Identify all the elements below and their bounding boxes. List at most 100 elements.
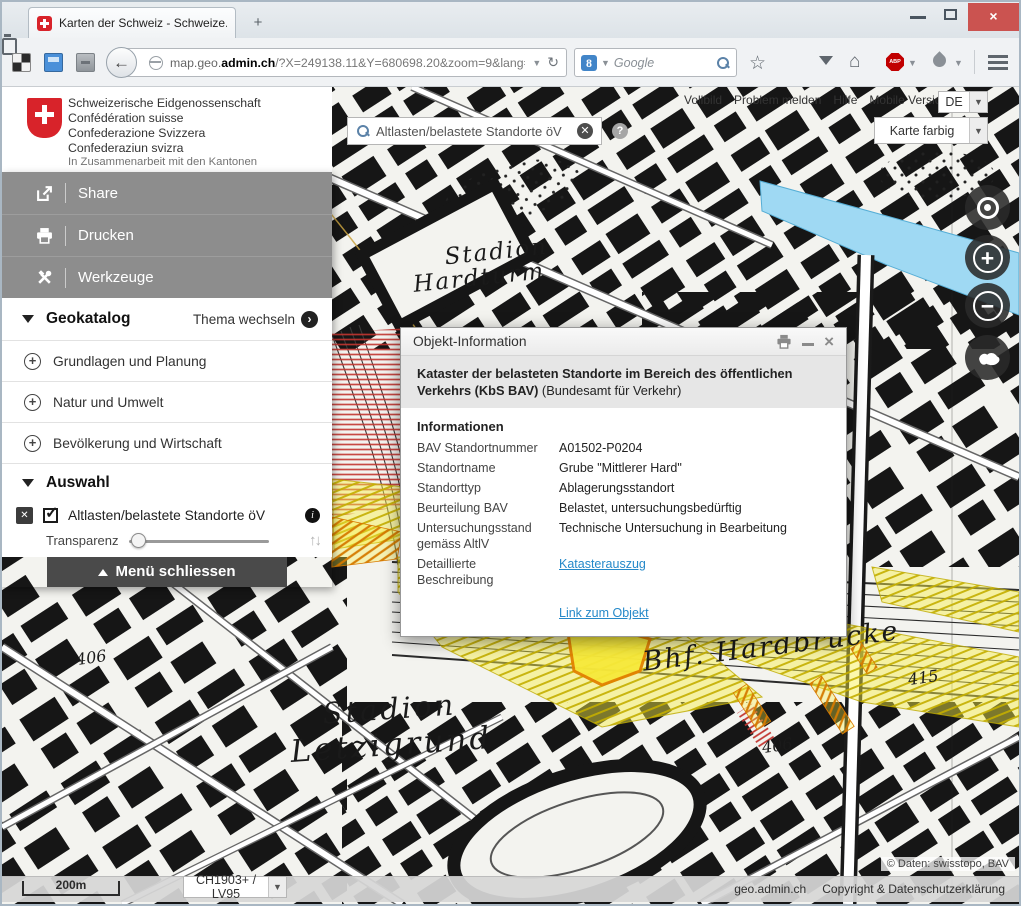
tab-title: Karten der Schweiz - Schweize... bbox=[59, 16, 227, 30]
globe-icon bbox=[149, 56, 163, 70]
adblock-button[interactable]: ABP bbox=[886, 53, 904, 71]
layer-reorder-icons[interactable]: ↑↓ bbox=[309, 532, 320, 549]
chevron-down-icon: ▼ bbox=[969, 92, 987, 112]
zoom-out-button[interactable]: − bbox=[965, 283, 1010, 328]
info-row: BAV Standortnummer A01502-P0204 bbox=[417, 440, 830, 456]
plus-circle-icon: + bbox=[24, 394, 41, 411]
close-button[interactable]: × bbox=[968, 3, 1019, 31]
auswahl-header[interactable]: Auswahl bbox=[2, 463, 332, 501]
theme-switch-link[interactable]: Thema wechseln › bbox=[193, 311, 318, 328]
bookmark-star-button[interactable]: ☆ bbox=[749, 52, 766, 75]
printer-icon bbox=[36, 227, 53, 244]
zoom-in-button[interactable]: + bbox=[965, 235, 1010, 280]
map-search-input[interactable] bbox=[376, 124, 571, 139]
home-button[interactable]: ⌂ bbox=[849, 51, 860, 73]
map-style-select[interactable]: Karte farbig▼ bbox=[874, 117, 988, 144]
minimize-button[interactable] bbox=[910, 16, 926, 19]
link-vollbild[interactable]: Vollbild bbox=[684, 93, 722, 107]
extension-icon-1[interactable] bbox=[12, 53, 31, 72]
back-button[interactable]: ← bbox=[106, 47, 137, 78]
footer-bar: 200m CH1903+ / LV95▼ geo.admin.ch Copyri… bbox=[2, 876, 1019, 902]
plugin-button[interactable] bbox=[930, 51, 948, 69]
geoadmin-link[interactable]: geo.admin.ch bbox=[734, 882, 806, 896]
reload-button[interactable]: ↻ bbox=[547, 54, 559, 71]
layer-info-icon[interactable]: i bbox=[305, 508, 320, 523]
copyright-link[interactable]: Copyright & Datenschutzerklärung bbox=[822, 882, 1005, 896]
layer-checkbox[interactable] bbox=[43, 508, 58, 523]
popup-print-button[interactable] bbox=[776, 334, 792, 349]
url-bar[interactable]: map.geo.admin.ch/?X=249138.11&Y=680698.2… bbox=[122, 48, 567, 77]
remove-layer-button[interactable]: ✕ bbox=[16, 507, 33, 524]
browser-search-input[interactable] bbox=[614, 56, 712, 70]
confederation-names: Schweizerische Eidgenossenschaft Confédé… bbox=[68, 96, 261, 156]
projection-select[interactable]: CH1903+ / LV95▼ bbox=[183, 876, 287, 898]
map-search-box[interactable]: ✕ bbox=[347, 117, 602, 145]
info-row: Detaillierte Beschreibung Katasterauszug bbox=[417, 556, 830, 588]
catalog-item-grundlagen[interactable]: + Grundlagen und Planung bbox=[2, 340, 332, 381]
katasterauszug-link[interactable]: Katasterauszug bbox=[559, 556, 646, 588]
plus-circle-icon: + bbox=[24, 353, 41, 370]
geokatalog-header[interactable]: Geokatalog Thema wechseln › bbox=[2, 298, 332, 340]
chevron-up-icon bbox=[98, 569, 108, 576]
geolocate-icon bbox=[977, 197, 999, 219]
cooperation-note: In Zusammenarbeit mit den Kantonen bbox=[68, 156, 257, 168]
transparency-row: Transparenz ↑↓ bbox=[2, 530, 332, 557]
object-link[interactable]: Link zum Objekt bbox=[559, 606, 649, 620]
link-mobile-version[interactable]: Mobile Version bbox=[869, 93, 948, 107]
plugin-caret-icon[interactable]: ▼ bbox=[954, 58, 963, 68]
menu-close-button[interactable]: Menü schliessen bbox=[47, 557, 287, 587]
arrow-right-circle-icon: › bbox=[301, 311, 318, 328]
transparency-slider[interactable] bbox=[129, 533, 269, 549]
popup-layer-title: Kataster der belasteten Standorte im Ber… bbox=[401, 356, 846, 408]
maximize-button[interactable] bbox=[944, 9, 957, 20]
slider-knob[interactable] bbox=[131, 533, 146, 548]
extension-icon-3[interactable] bbox=[76, 53, 95, 72]
browser-search-box[interactable]: 8 ▼ bbox=[574, 48, 737, 77]
sidebar-item-tools[interactable]: Werkzeuge bbox=[2, 256, 332, 298]
object-info-popup: Objekt-Information × Kataster der belast… bbox=[400, 327, 847, 637]
extension-icon-2[interactable] bbox=[44, 53, 63, 72]
sidebar-item-print[interactable]: Drucken bbox=[2, 214, 332, 256]
language-select[interactable]: DE▼ bbox=[938, 91, 988, 113]
search-help-button[interactable]: ? bbox=[612, 123, 628, 139]
adblock-caret-icon[interactable]: ▼ bbox=[908, 58, 917, 68]
link-hilfe[interactable]: Hilfe bbox=[833, 93, 857, 107]
info-row: Standorttyp Ablagerungsstandort bbox=[417, 480, 830, 496]
chevron-down-icon: ▼ bbox=[969, 118, 987, 143]
browser-window: Karten der Schweiz - Schweize... + × ← m… bbox=[0, 0, 1021, 906]
url-dropdown-icon[interactable]: ▼ bbox=[532, 58, 541, 68]
catalog-item-bevoelkerung[interactable]: + Bevölkerung und Wirtschaft bbox=[2, 422, 332, 463]
swiss-favicon-icon bbox=[37, 16, 52, 31]
scale-bar: 200m bbox=[22, 881, 120, 896]
new-tab-button[interactable]: + bbox=[245, 12, 271, 34]
browser-tab[interactable]: Karten der Schweiz - Schweize... bbox=[28, 7, 236, 38]
info-row: Beurteilung BAV Belastet, untersuchungsb… bbox=[417, 500, 830, 516]
geolocate-button[interactable] bbox=[965, 185, 1010, 230]
search-clear-button[interactable]: ✕ bbox=[577, 123, 593, 139]
plus-icon: + bbox=[973, 243, 1003, 273]
chevron-down-icon bbox=[22, 315, 34, 323]
sidebar-item-share[interactable]: Share bbox=[2, 172, 332, 214]
popup-minimize-button[interactable] bbox=[802, 343, 814, 346]
site-header: Schweizerische Eidgenossenschaft Confédé… bbox=[2, 87, 332, 172]
titlebar: Karten der Schweiz - Schweize... + × bbox=[2, 2, 1019, 38]
popup-section-title: Informationen bbox=[417, 419, 830, 434]
link-problem-melden[interactable]: Problem melden bbox=[734, 93, 821, 107]
popup-close-button[interactable]: × bbox=[824, 333, 834, 350]
nav-toolbar: ← map.geo.admin.ch/?X=249138.11&Y=680698… bbox=[2, 38, 1019, 87]
google-logo-icon: 8 bbox=[581, 55, 597, 71]
zoom-extent-button[interactable] bbox=[965, 335, 1010, 380]
sidebar: Share Drucken Werkzeuge Geokatalog Thema… bbox=[2, 172, 332, 587]
info-row: Untersuchungsstand gemäss AltlV Technisc… bbox=[417, 520, 830, 552]
share-icon bbox=[36, 185, 53, 202]
menu-button[interactable] bbox=[988, 55, 1008, 73]
search-engine-caret-icon[interactable]: ▼ bbox=[601, 58, 610, 68]
downloads-button[interactable] bbox=[819, 56, 833, 72]
tools-icon bbox=[36, 269, 53, 286]
search-magnifier-icon[interactable] bbox=[716, 56, 730, 70]
popup-header[interactable]: Objekt-Information × bbox=[401, 328, 846, 356]
catalog-item-natur[interactable]: + Natur und Umwelt bbox=[2, 381, 332, 422]
map-attribution[interactable]: © Daten: swisstopo, BAV bbox=[881, 857, 1015, 871]
header-links: Vollbild Problem melden Hilfe Mobile Ver… bbox=[684, 93, 948, 107]
switzerland-icon bbox=[975, 349, 1001, 367]
